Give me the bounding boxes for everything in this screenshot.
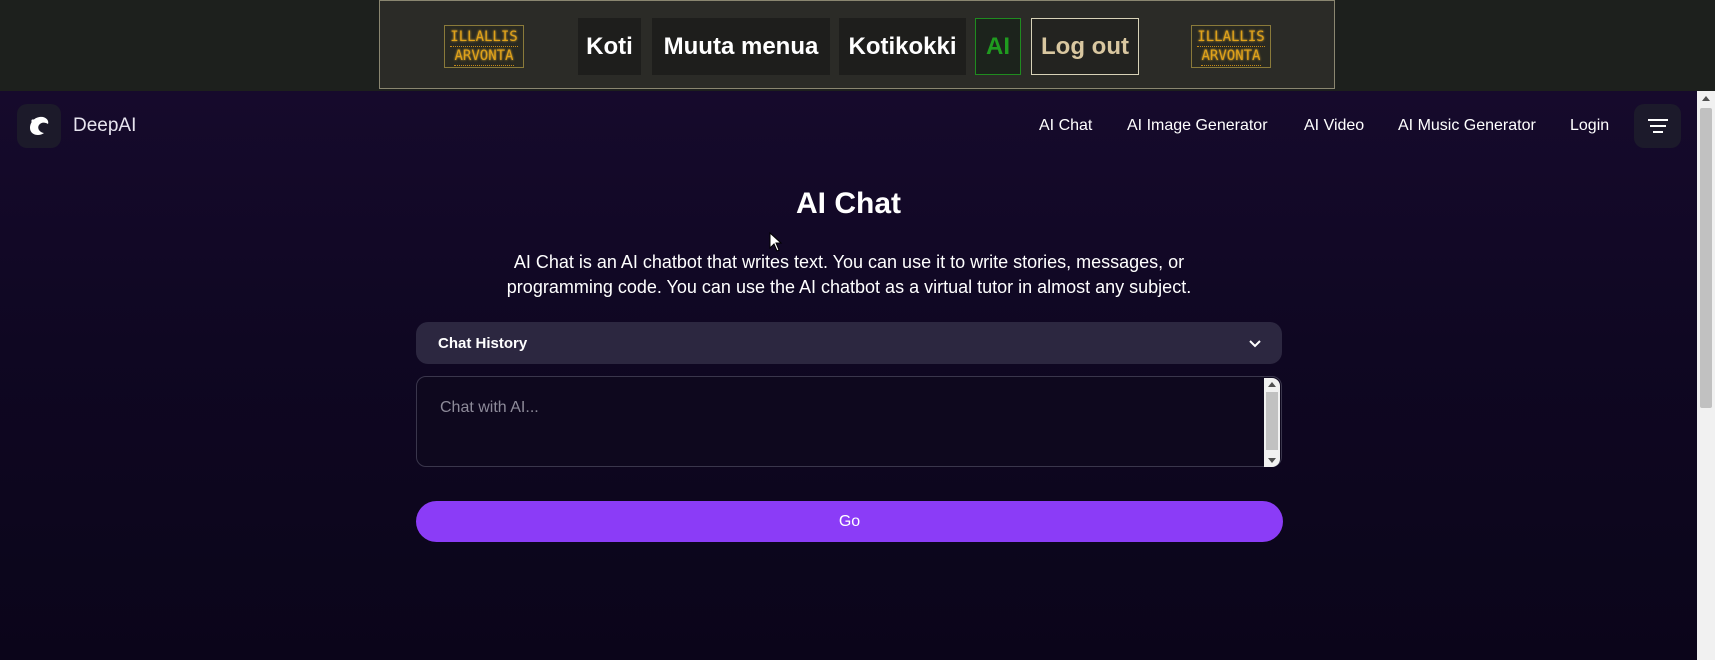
chevron-down-icon (1249, 340, 1261, 348)
nav-ai-video[interactable]: AI Video (1304, 117, 1364, 135)
nav-link-log-out[interactable]: Log out (1031, 18, 1139, 75)
menu-button[interactable] (1634, 104, 1681, 148)
illallis-arvonta-logo-right[interactable]: ILLALLIS ARVONTA (1191, 25, 1271, 68)
logo-line-1: ILLALLIS (450, 28, 518, 47)
page-title: AI Chat (796, 187, 901, 220)
mouse-cursor-icon (769, 232, 783, 252)
description-line-2: programming code. You can use the AI cha… (506, 277, 1192, 297)
nav-link-koti[interactable]: Koti (578, 18, 641, 75)
scroll-thumb[interactable] (1700, 108, 1712, 408)
chat-input-box (416, 376, 1282, 467)
logo-line-2: ARVONTA (1201, 47, 1261, 66)
host-nav: ILLALLIS ARVONTA Koti Muuta menua Kotiko… (379, 0, 1335, 89)
scroll-thumb[interactable] (1266, 392, 1278, 450)
description-line-1: AI Chat is an AI chatbot that writes tex… (513, 252, 1185, 272)
logo-line-1: ILLALLIS (1197, 28, 1265, 47)
host-top-bar: ILLALLIS ARVONTA Koti Muuta menua Kotiko… (0, 0, 1715, 91)
nav-ai-chat[interactable]: AI Chat (1039, 117, 1092, 135)
deepai-brand[interactable]: DeepAI (17, 104, 136, 148)
chat-input-scrollbar[interactable] (1264, 378, 1280, 467)
go-button[interactable]: Go (416, 501, 1283, 542)
deepai-dolphin-icon (17, 104, 61, 148)
nav-ai-image-generator[interactable]: AI Image Generator (1127, 117, 1268, 135)
hamburger-menu-icon (1647, 119, 1668, 133)
page-scrollbar[interactable] (1697, 91, 1715, 660)
chat-input[interactable] (417, 377, 1263, 466)
nav-ai-music-generator[interactable]: AI Music Generator (1398, 117, 1536, 135)
scroll-up-icon[interactable] (1268, 382, 1276, 387)
nav-link-ai[interactable]: AI (975, 18, 1021, 75)
chat-history-label: Chat History (438, 334, 528, 352)
scroll-up-icon[interactable] (1702, 96, 1710, 101)
nav-link-kotikokki[interactable]: Kotikokki (839, 18, 966, 75)
nav-link-muuta-menua[interactable]: Muuta menua (652, 18, 830, 75)
scroll-down-icon[interactable] (1268, 458, 1276, 463)
nav-login[interactable]: Login (1570, 117, 1609, 135)
brand-name: DeepAI (73, 115, 137, 136)
logo-line-2: ARVONTA (454, 47, 514, 66)
chat-history-toggle[interactable]: Chat History (416, 322, 1282, 364)
illallis-arvonta-logo-left[interactable]: ILLALLIS ARVONTA (444, 25, 524, 68)
page-description: AI Chat is an AI chatbot that writes tex… (440, 250, 1258, 300)
